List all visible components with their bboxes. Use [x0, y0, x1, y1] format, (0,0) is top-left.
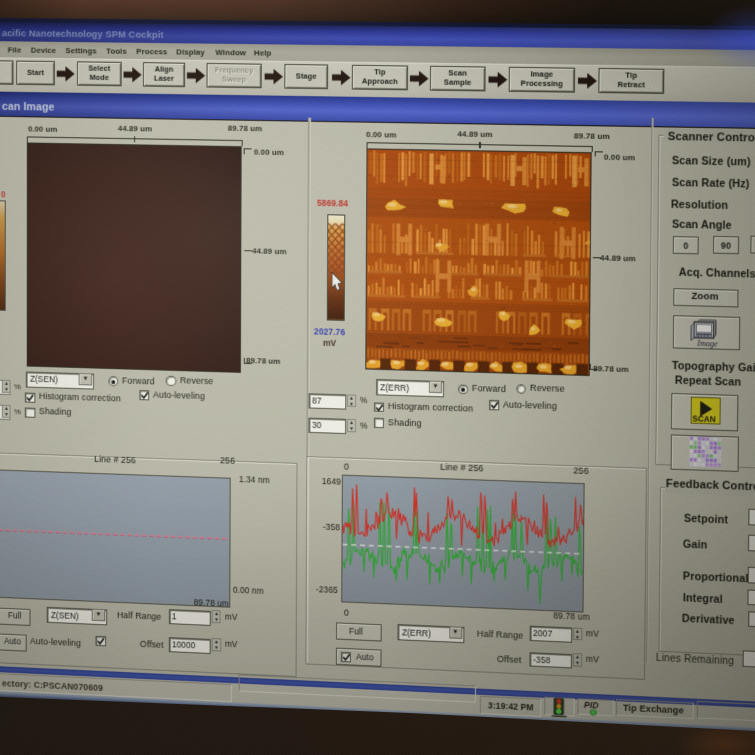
svg-text:Image: Image — [696, 339, 718, 349]
svg-text:SCAN: SCAN — [692, 414, 716, 424]
